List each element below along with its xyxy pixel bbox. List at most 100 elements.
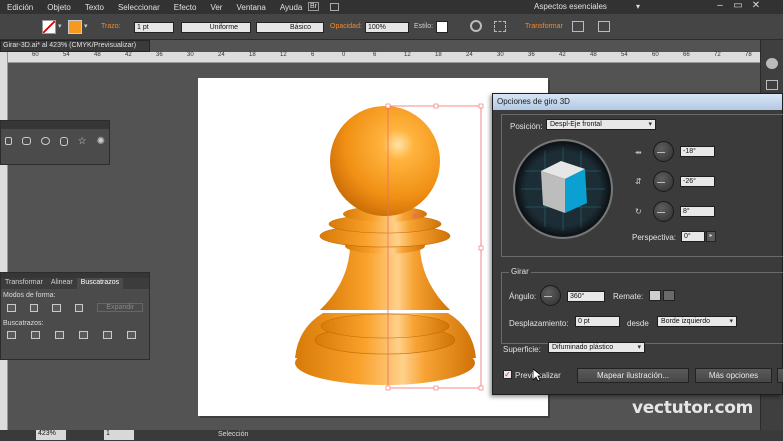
perspective-label: Perspectiva: xyxy=(632,233,677,242)
shape-panel-header[interactable] xyxy=(1,121,109,129)
zoom-field[interactable]: 423% xyxy=(36,430,66,440)
arrange-docs-icon[interactable] xyxy=(330,3,339,11)
transform-link[interactable]: Transformar xyxy=(525,23,563,30)
divide-button[interactable] xyxy=(7,331,16,339)
opacity-link[interactable]: Opacidad: xyxy=(330,23,362,30)
tab-alinear[interactable]: Alinear xyxy=(47,278,77,289)
flare-tool-icon[interactable]: ✺ xyxy=(97,137,105,147)
polygon-tool-icon[interactable] xyxy=(60,137,68,146)
swatches-panel-icon[interactable] xyxy=(766,80,778,90)
workspace-switcher[interactable]: Aspectos esenciales xyxy=(534,2,607,11)
shape-tools-panel: ☆ ✺ xyxy=(0,120,110,165)
offset-label: Desplazamiento: xyxy=(509,319,569,328)
expand-button[interactable]: Expandir xyxy=(97,303,144,312)
map-art-button[interactable]: Mapear ilustración... xyxy=(577,368,689,383)
ruler-tick-label: 54 xyxy=(621,52,628,58)
star-tool-icon[interactable]: ☆ xyxy=(78,137,87,147)
z-angle-dial[interactable] xyxy=(653,201,674,222)
trim-button[interactable] xyxy=(31,331,40,339)
style-label: Estilo: xyxy=(414,23,434,30)
ruler-tick-label: 60 xyxy=(652,52,659,58)
position-select[interactable]: Despl-Eje frontal xyxy=(546,119,656,130)
tab-buscatrazos[interactable]: Buscatrazos xyxy=(76,278,124,289)
horizontal-ruler[interactable]: 60 54 48 42 36 30 24 18 12 6 0 6 12 18 24 30 36 42 48 54 60 6… xyxy=(8,52,760,63)
exclude-button[interactable] xyxy=(74,303,84,312)
color-panel-icon[interactable] xyxy=(766,58,778,69)
stroke-dropdown-icon[interactable]: ▾ xyxy=(84,22,88,30)
vertical-ruler[interactable] xyxy=(0,52,8,430)
x-angle-dial[interactable] xyxy=(653,141,674,162)
outline-button[interactable] xyxy=(103,331,112,339)
menu-texto[interactable]: Texto xyxy=(78,3,111,12)
ruler-tick-label: 60 xyxy=(32,52,39,58)
graphic-style-swatch[interactable] xyxy=(436,21,448,33)
stroke-panel-link[interactable]: Trazo: xyxy=(101,23,121,30)
align-icon[interactable] xyxy=(494,21,506,32)
merge-button[interactable] xyxy=(55,331,64,339)
ruler-tick-label: 36 xyxy=(528,52,535,58)
cap-on-button[interactable] xyxy=(649,290,661,301)
bridge-button[interactable]: Br xyxy=(308,2,319,11)
ruler-tick-label: 42 xyxy=(559,52,566,58)
y-angle-field[interactable]: -26° xyxy=(680,176,715,187)
ruler-tick-label: 42 xyxy=(125,52,132,58)
stroke-swatch[interactable] xyxy=(68,20,82,34)
revolve-angle-field[interactable]: 360° xyxy=(567,291,605,302)
preview-checkbox[interactable]: ✓ xyxy=(503,370,512,379)
menu-efecto[interactable]: Efecto xyxy=(167,3,204,12)
workspace-dropdown-icon[interactable]: ▾ xyxy=(636,2,640,11)
crop-button[interactable] xyxy=(79,331,88,339)
ruler-tick-label: 54 xyxy=(63,52,70,58)
control-bar: ▾ ▾ Trazo: 1 pt Uniforme Básico Opacidad… xyxy=(0,14,783,40)
minus-back-button[interactable] xyxy=(127,331,136,339)
brush-definition[interactable]: Básico xyxy=(256,22,324,33)
close-icon[interactable]: ✕ xyxy=(751,1,761,11)
ruler-tick-label: 24 xyxy=(218,52,225,58)
ruler-tick-label: 48 xyxy=(94,52,101,58)
menu-ver[interactable]: Ver xyxy=(203,3,229,12)
surface-select[interactable]: Difuminado plástico xyxy=(548,342,645,353)
page-field[interactable]: 1 xyxy=(104,430,134,440)
fill-swatch[interactable] xyxy=(42,20,56,34)
offset-from-select[interactable]: Borde izquierdo xyxy=(657,316,737,327)
variable-width-profile[interactable]: Uniforme xyxy=(181,22,251,33)
offset-field[interactable]: 0 pt xyxy=(575,316,620,327)
menu-objeto[interactable]: Objeto xyxy=(40,3,78,12)
isolate-group-icon[interactable] xyxy=(572,21,584,32)
fill-dropdown-icon[interactable]: ▾ xyxy=(58,22,62,30)
panel-menu-icon[interactable] xyxy=(598,21,610,32)
ruler-tick-label: 30 xyxy=(187,52,194,58)
intersect-button[interactable] xyxy=(52,303,61,312)
status-bar: 423% 1 Selección xyxy=(0,430,783,441)
dialog-side-button[interactable] xyxy=(777,368,783,383)
dialog-title[interactable]: Opciones de giro 3D xyxy=(493,94,782,110)
minus-front-button[interactable] xyxy=(29,303,39,312)
more-options-button[interactable]: Más opciones xyxy=(695,368,772,383)
minimize-icon[interactable]: – xyxy=(715,1,725,11)
rotation-track-cube[interactable] xyxy=(513,139,613,239)
menu-ventana[interactable]: Ventana xyxy=(229,3,272,12)
rounded-rect2-tool-icon[interactable] xyxy=(22,137,32,145)
x-angle-field[interactable]: -18° xyxy=(680,146,715,157)
rounded-rect-tool-icon[interactable] xyxy=(5,137,13,145)
ellipse-tool-icon[interactable] xyxy=(41,137,51,145)
maximize-icon[interactable]: ▭ xyxy=(733,1,743,11)
cap-off-button[interactable] xyxy=(663,290,675,301)
stroke-weight-field[interactable]: 1 pt xyxy=(134,22,174,33)
z-angle-field[interactable]: 8° xyxy=(680,206,715,217)
unite-button[interactable] xyxy=(7,303,16,312)
opacity-field[interactable]: 100% xyxy=(365,22,409,33)
revolve-group-title: Girar xyxy=(509,267,531,276)
menu-ayuda[interactable]: Ayuda xyxy=(273,3,310,12)
perspective-dropdown-icon[interactable]: ▸ xyxy=(706,231,716,242)
recolor-artwork-icon[interactable] xyxy=(470,20,482,32)
pathfinders-label: Buscatrazos: xyxy=(3,320,44,327)
menu-seleccionar[interactable]: Seleccionar xyxy=(111,3,167,12)
y-angle-dial[interactable] xyxy=(653,171,674,192)
tab-transformar[interactable]: Transformar xyxy=(1,278,47,289)
perspective-field[interactable]: 0° xyxy=(681,231,705,242)
revolve-angle-dial[interactable] xyxy=(540,285,561,306)
menu-edicion[interactable]: Edición xyxy=(0,3,40,12)
document-tab[interactable]: Girar-3D.ai* al 423% (CMYK/Previsualizar… xyxy=(0,40,150,52)
revolve-3d-dialog: Opciones de giro 3D Posición: Despl-Eje … xyxy=(492,93,783,395)
